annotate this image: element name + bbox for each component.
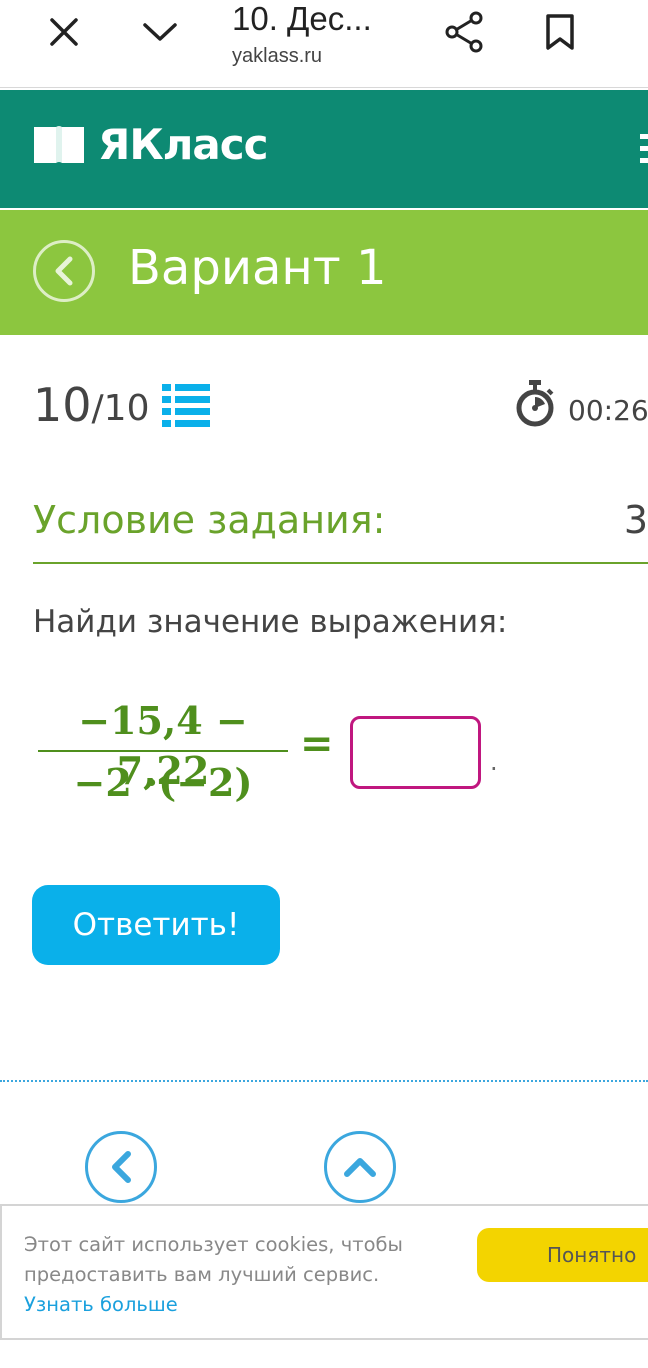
cookie-accept-button[interactable]: Понятно xyxy=(477,1228,648,1282)
task-prompt: Найди значение выражения: xyxy=(33,604,508,640)
chevron-left-icon xyxy=(55,256,73,286)
variant-bar: Вариант 1 xyxy=(0,210,648,335)
math-fraction: −15,4 − 7,22 −2 ·(−2) xyxy=(38,696,288,808)
condition-points: 3 xyxy=(623,498,648,542)
equals-sign: = xyxy=(300,720,334,767)
logo-text: ЯКласс xyxy=(98,120,269,169)
browser-url[interactable]: yaklass.ru xyxy=(232,45,322,68)
browser-tab-title: 10. Дес... xyxy=(232,0,372,37)
chevron-down-icon[interactable] xyxy=(136,8,184,56)
site-header: ЯКласс xyxy=(0,90,648,208)
chevron-left-icon xyxy=(112,1151,131,1183)
menu-icon[interactable] xyxy=(640,134,648,164)
variant-title: Вариант 1 xyxy=(128,240,387,296)
sentence-period: . xyxy=(490,748,498,776)
browser-toolbar: 10. Дес... yaklass.ru xyxy=(0,0,648,88)
condition-header: Условие задания: 3 xyxy=(33,498,648,564)
timer-value: 00:26 xyxy=(568,394,648,427)
back-button[interactable] xyxy=(33,240,95,302)
cookie-learn-more-link[interactable]: Узнать больше xyxy=(24,1293,178,1316)
book-logo-icon xyxy=(34,125,84,163)
cookie-text: Этот сайт использует cookies, чтобы пред… xyxy=(24,1230,444,1320)
fraction-numerator: −15,4 − 7,22 xyxy=(78,698,248,793)
chevron-up-icon xyxy=(344,1158,376,1177)
close-icon[interactable] xyxy=(40,8,88,56)
scroll-top-button[interactable] xyxy=(324,1131,396,1203)
dotted-divider xyxy=(0,1080,648,1082)
site-logo[interactable]: ЯКласс xyxy=(32,120,269,169)
condition-title: Условие задания: xyxy=(33,498,386,542)
bookmark-icon[interactable] xyxy=(536,8,584,56)
fraction-denominator: −2 ·(−2) xyxy=(73,760,253,805)
share-icon[interactable] xyxy=(440,8,488,56)
cookie-banner: Этот сайт использует cookies, чтобы пред… xyxy=(0,1204,648,1340)
progress-current: 10 xyxy=(33,378,92,432)
stopwatch-icon xyxy=(514,380,556,428)
answer-input[interactable] xyxy=(350,716,481,789)
previous-task-button[interactable] xyxy=(85,1131,157,1203)
submit-answer-button[interactable]: Ответить! xyxy=(32,885,280,965)
progress-total: /10 xyxy=(91,387,150,429)
cookie-message: Этот сайт использует cookies, чтобы пред… xyxy=(24,1233,403,1286)
task-list-icon[interactable] xyxy=(162,383,210,427)
task-progress: 10/10 xyxy=(33,378,149,432)
